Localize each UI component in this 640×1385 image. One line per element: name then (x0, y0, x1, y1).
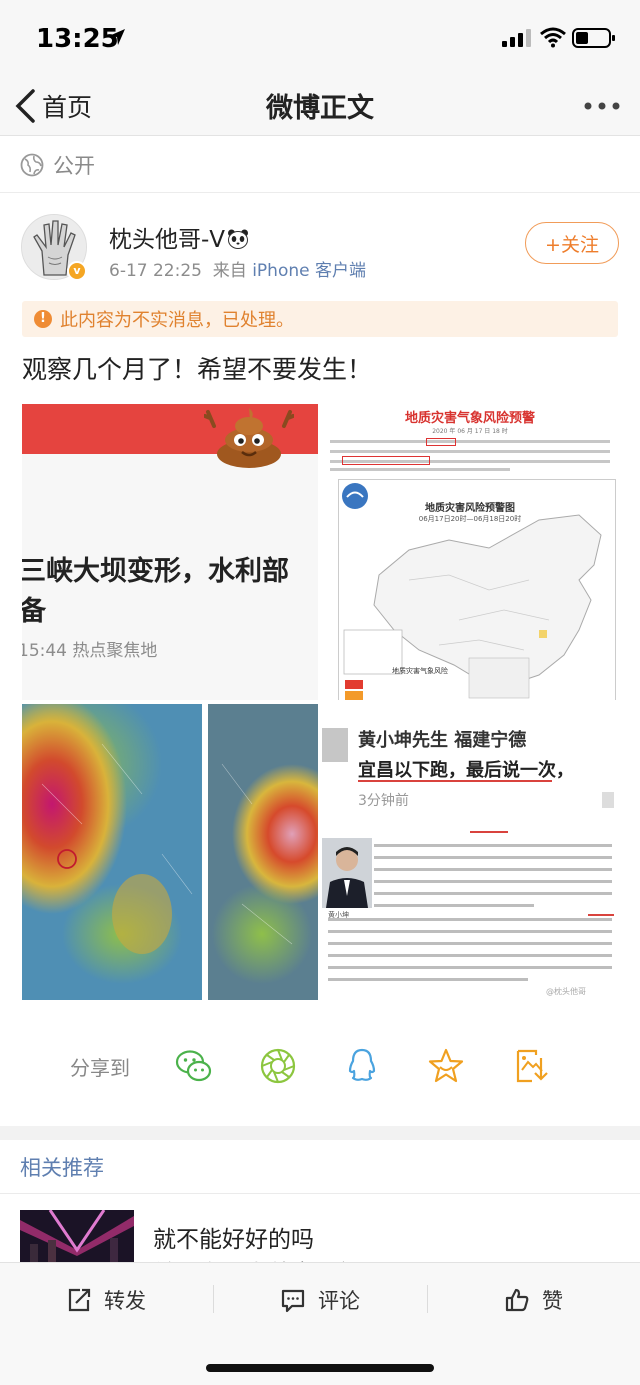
home-indicator (206, 1364, 434, 1372)
wechat-icon[interactable] (174, 1046, 214, 1086)
author-name-text: 枕头他哥-V (109, 227, 226, 253)
comment-underline (358, 780, 552, 782)
bio-text-line (328, 966, 612, 969)
back-label: 首页 (42, 93, 93, 122)
verified-badge-icon: v (67, 261, 87, 281)
like-button[interactable]: 赞 (504, 1283, 563, 1317)
repost-icon (68, 1288, 91, 1312)
map-subtitle: 06月17日20时—06月18日20时 (418, 515, 522, 523)
bio-underline (470, 831, 508, 833)
divider (427, 1285, 428, 1313)
status-time: 13:25 (36, 24, 119, 54)
news-meta: 15:44 热点聚焦地 (22, 641, 158, 661)
thumbs-up-icon (505, 1288, 529, 1312)
post-source-link[interactable]: iPhone 客户端 (252, 261, 366, 281)
post-time: 6-17 22:25 (109, 261, 202, 281)
doc-highlight-box (426, 438, 456, 446)
doc-highlight-box (342, 456, 430, 465)
section-separator (0, 1126, 640, 1140)
bio-text-line (374, 856, 612, 859)
more-options-icon[interactable] (580, 92, 624, 120)
nav-bar: 首页 微博正文 (0, 76, 640, 136)
warning-doc-date: 2020 年 06 月 17 日 18 时 (432, 428, 508, 435)
post-image-3[interactable] (22, 704, 318, 1000)
news-headline-line1: 三峡大坝变形，水利部 (22, 556, 289, 587)
commenter-avatar (322, 728, 348, 762)
globe-icon (20, 153, 44, 176)
image-watermark: @枕头他哥 (546, 987, 586, 996)
battery-icon (572, 28, 615, 48)
poop-emoji-icon (204, 408, 294, 468)
divider (0, 1193, 640, 1194)
related-item-thumbnail[interactable] (20, 1210, 134, 1270)
comment-button[interactable]: 评论 (280, 1283, 360, 1317)
bio-underline (588, 914, 614, 916)
doc-text-line (330, 468, 510, 471)
panda-emoji-icon (228, 229, 249, 249)
post-meta: 6-17 22:25 来自 iPhone 客户端 (109, 256, 366, 281)
weather-map-image (22, 704, 318, 1000)
bio-text-line (328, 978, 528, 981)
divider (213, 1285, 214, 1313)
visibility-label: 公开 (53, 153, 95, 178)
bio-text-line (328, 942, 612, 945)
post-text: 观察几个月了！希望不要发生！ (22, 355, 373, 384)
favorite-star-icon[interactable] (426, 1046, 466, 1086)
cellular-signal-icon (502, 29, 531, 47)
doc-text-line (330, 450, 610, 453)
comment-icon (281, 1289, 305, 1313)
bio-text-line (374, 844, 612, 847)
post-image-1[interactable]: 三峡大坝变形，水利部 备 15:44 热点聚焦地 (22, 404, 318, 700)
share-label: 分享到 (70, 1056, 130, 1080)
repost-button[interactable]: 转发 (66, 1283, 146, 1317)
location-arrow-icon (109, 29, 125, 45)
source-prefix: 来自 (212, 261, 247, 281)
comment-time: 3分钟前 (358, 793, 409, 809)
commenter-name: 黄小坤先生 福建宁德 (358, 730, 527, 751)
repost-label: 转发 (104, 1289, 146, 1313)
bio-text-line (374, 880, 612, 883)
page-title: 微博正文 (266, 93, 374, 124)
follow-button[interactable]: +关注 (525, 222, 619, 264)
author-header: v 枕头他哥-V 6-17 22:25 来自 iPhone 客户端 +关注 (0, 194, 640, 300)
qq-icon[interactable] (342, 1046, 382, 1086)
bio-text-line (328, 918, 612, 921)
back-button[interactable]: 首页 (14, 84, 92, 128)
portrait-photo (322, 838, 372, 908)
bio-text-line (374, 904, 534, 907)
status-bar: 13:25 (0, 0, 640, 76)
false-info-notice: ! 此内容为不实消息，已处理。 (22, 301, 618, 337)
comment-text: 宜昌以下跑，最后说一次， (358, 760, 574, 781)
post-image-4[interactable]: 黄小坤先生 福建宁德 宜昌以下跑，最后说一次， 3分钟前 黄小坤 @枕头他哥 (322, 704, 618, 1000)
wifi-icon (540, 27, 566, 48)
warning-doc-title: 地质灾害气象风险预警 (404, 411, 535, 426)
chevron-left-icon (15, 89, 35, 123)
comment-label: 评论 (318, 1289, 360, 1313)
author-name[interactable]: 枕头他哥-V (109, 220, 249, 254)
moments-icon[interactable] (258, 1046, 298, 1086)
doc-text-line (330, 440, 610, 443)
bio-text-line (374, 892, 612, 895)
bio-text-line (328, 930, 612, 933)
related-item-title[interactable]: 就不能好好的吗 (153, 1220, 314, 1254)
share-bar: 分享到 (0, 1034, 640, 1098)
map-legend-title: 地质灾害气象风险 (392, 667, 448, 675)
news-headline-line2: 备 (22, 596, 46, 627)
like-label: 赞 (542, 1289, 563, 1313)
notice-text: 此内容为不实消息，已处理。 (60, 310, 294, 331)
warning-icon: ! (34, 310, 52, 328)
visibility-row: 公开 (0, 137, 640, 193)
map-title: 地质灾害风险预警图 (425, 503, 515, 514)
save-image-icon[interactable] (510, 1046, 550, 1086)
news-headline: 三峡大坝变形，水利部 备 (22, 552, 289, 632)
post-image-2[interactable]: 地质灾害气象风险预警 2020 年 06 月 17 日 18 时 地质灾害风险预… (322, 404, 618, 700)
bio-text-line (328, 954, 612, 957)
related-title: 相关推荐 (20, 1156, 104, 1180)
bottom-action-bar: 转发 评论 赞 (0, 1262, 640, 1385)
share-mini-icon (602, 792, 614, 808)
bio-text-line (374, 868, 612, 871)
